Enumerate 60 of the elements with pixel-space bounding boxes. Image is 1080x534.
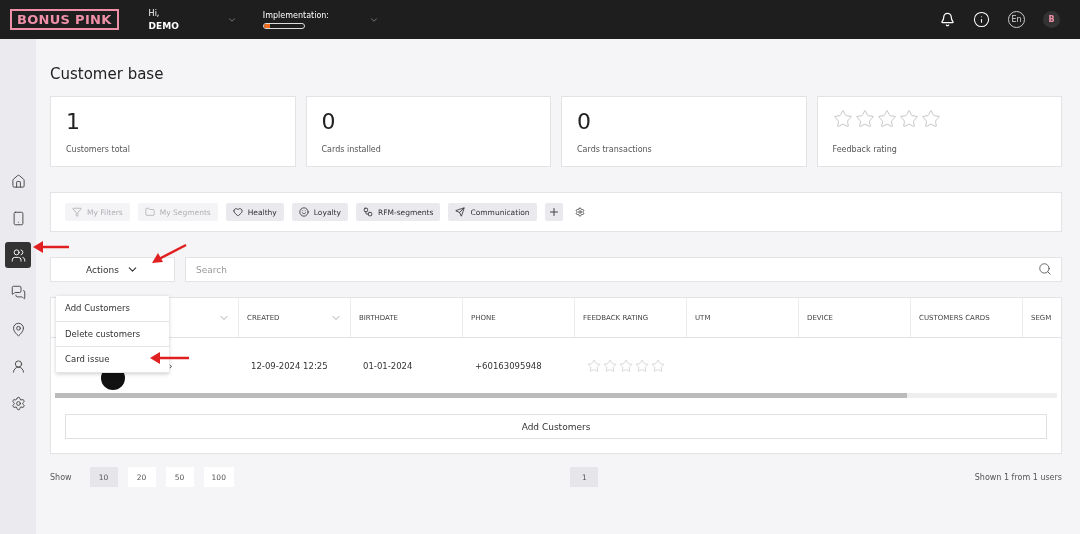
phone-icon	[10, 210, 26, 226]
user-icon	[10, 358, 26, 374]
star-icon	[920, 109, 941, 129]
stat-label: Cards installed	[321, 145, 382, 154]
star-icon	[635, 358, 649, 373]
annotation-arrow	[150, 352, 190, 364]
search-field[interactable]: Search	[185, 257, 1062, 282]
actions-dropdown[interactable]: Actions	[50, 257, 175, 282]
stat-label: Customers total	[66, 145, 131, 154]
show-label: Show	[50, 472, 72, 482]
page-title: Customer base	[50, 65, 165, 83]
star-icon	[876, 109, 897, 129]
table-cell-text: 01-01-2024	[362, 359, 414, 373]
stat-value: 0	[577, 109, 592, 134]
results-summary: Shown 1 from 1 users	[974, 472, 1062, 482]
stat-label: Feedback rating	[832, 145, 898, 154]
plus-icon	[547, 206, 560, 218]
star-icon	[898, 109, 919, 129]
star-icon	[619, 358, 633, 373]
menu-item[interactable]: Card issue	[56, 347, 169, 373]
stat-value: 1	[66, 109, 81, 134]
star-icon	[651, 358, 665, 373]
profile-avatar[interactable]: B	[1043, 11, 1060, 28]
sidebar-item[interactable]	[5, 242, 31, 268]
menu-item[interactable]: Delete customers	[56, 321, 169, 347]
annotation-arrow	[151, 243, 188, 265]
star-icon	[587, 358, 601, 373]
star-icon	[832, 109, 853, 129]
star-icon	[854, 109, 875, 129]
row-mark: ›	[169, 360, 173, 371]
chat-icon	[10, 284, 26, 300]
home-icon	[10, 173, 26, 189]
logo: BONUS PINK	[10, 9, 119, 30]
implementation-label: Implementation:	[262, 10, 330, 20]
table-cell-text: +60163095948	[474, 359, 543, 373]
send-icon	[455, 207, 466, 217]
greeting: Hi,	[148, 7, 161, 20]
bell-icon[interactable]	[940, 12, 955, 27]
network-icon	[362, 207, 373, 217]
settings-icon	[10, 395, 26, 411]
implementation-progress	[262, 22, 305, 29]
user-name: DEMO	[148, 19, 179, 32]
annotation-arrow	[33, 241, 70, 253]
folder-icon	[144, 207, 155, 217]
smile-icon	[298, 207, 309, 217]
search-icon[interactable]	[1038, 262, 1052, 276]
add-filter-button[interactable]	[544, 203, 563, 221]
table-cell-text: 12-09-2024 12:25	[250, 359, 329, 373]
info-icon[interactable]	[973, 11, 990, 28]
heart-icon	[232, 207, 243, 217]
users-icon	[10, 247, 26, 263]
stat-label: Cards transactions	[577, 145, 653, 154]
horizontal-scrollbar[interactable]	[55, 393, 1057, 398]
star-icon	[603, 358, 617, 373]
add-customers-button[interactable]: Add Customers	[65, 414, 1047, 439]
filter-icon	[72, 207, 82, 217]
stat-value: 0	[321, 109, 337, 134]
settings-icon[interactable]	[574, 207, 585, 217]
map-pin-icon	[10, 321, 26, 337]
menu-item[interactable]: Add Customers	[56, 296, 169, 322]
